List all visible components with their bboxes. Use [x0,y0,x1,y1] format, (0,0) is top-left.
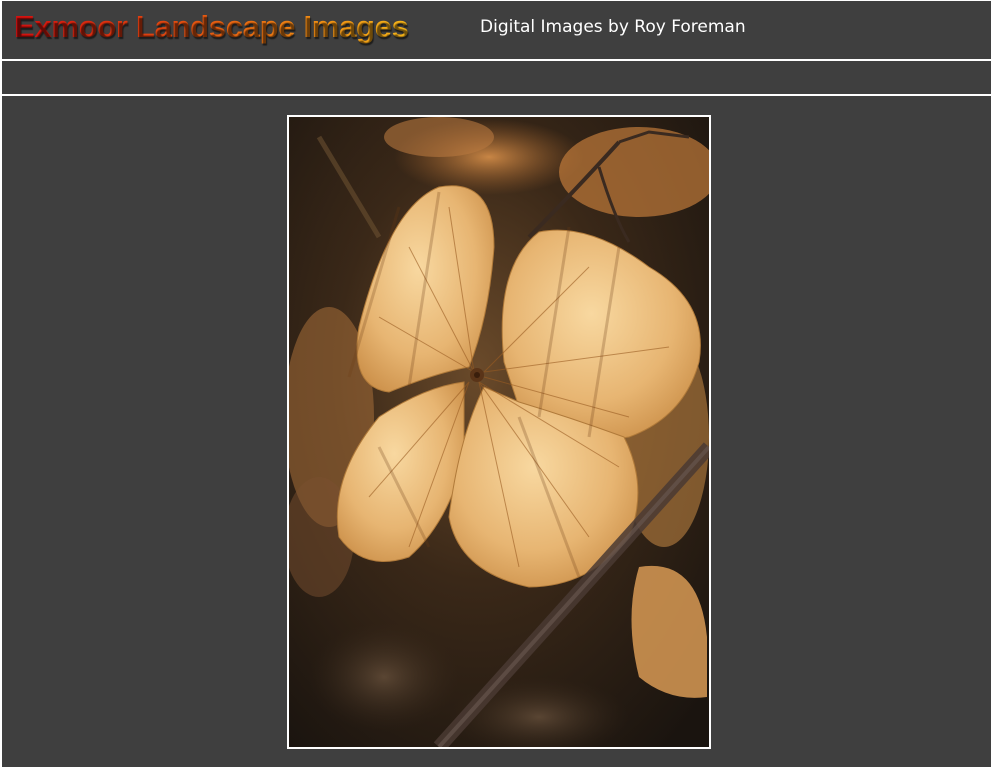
site-title[interactable]: Exmoor Landscape Images [14,9,409,45]
page: Exmoor Landscape Images Digital Images b… [0,0,993,767]
site-subtitle: Digital Images by Roy Foreman [480,17,746,37]
nav-bar [2,61,991,96]
backlit-dried-hydrangea-flower-icon [289,117,709,747]
main-photo [287,115,711,749]
site-header: Exmoor Landscape Images Digital Images b… [2,1,991,61]
